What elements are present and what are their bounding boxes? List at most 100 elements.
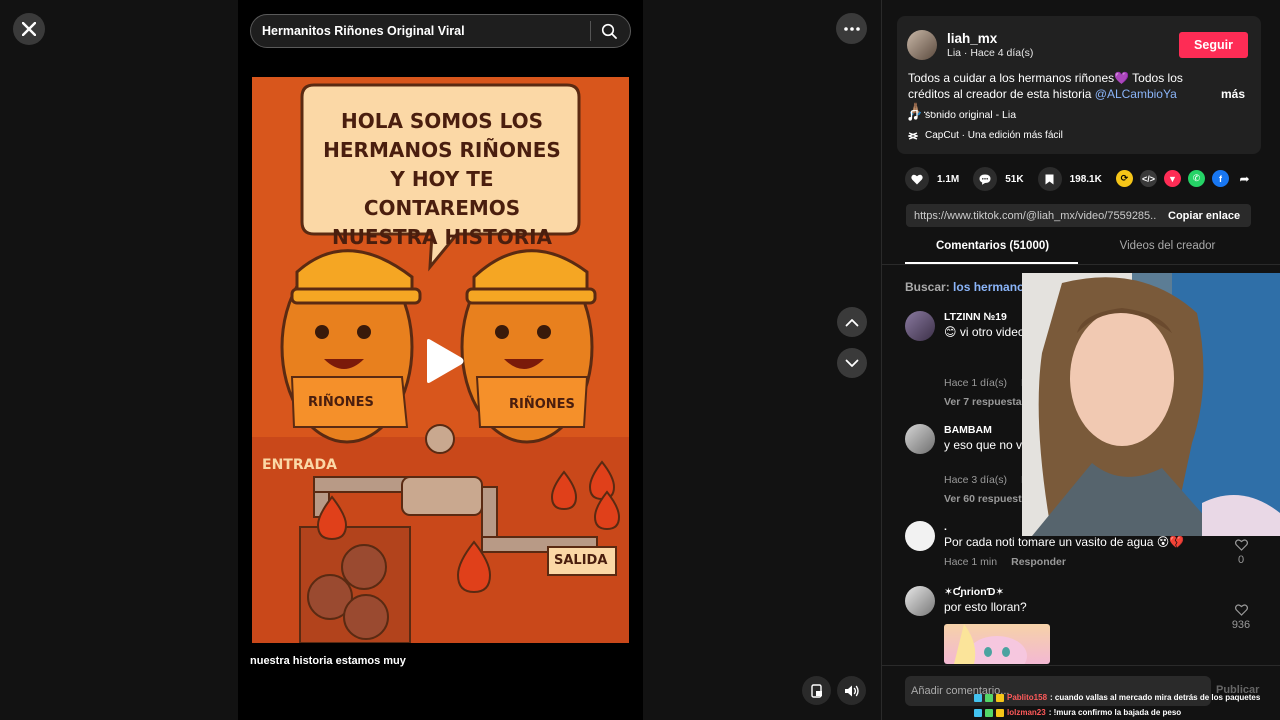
comment-username[interactable]: BAMBAM: [944, 424, 992, 436]
tab-comments[interactable]: Comentarios (51000): [905, 240, 1080, 264]
whatsapp-icon[interactable]: ✆: [1188, 170, 1205, 187]
sound-row[interactable]: sonido original - Lia: [908, 109, 1016, 121]
previous-video-button[interactable]: [837, 307, 867, 337]
comment-item: ✶ƇɲrionƊ✶ por esto lloran? 936: [905, 586, 1265, 666]
copy-link-button[interactable]: Copiar enlace: [1156, 210, 1240, 222]
volume-button[interactable]: [837, 676, 866, 705]
avatar[interactable]: [905, 521, 935, 551]
share-arrow-icon[interactable]: ➦: [1236, 170, 1253, 187]
search-input[interactable]: Hermanitos Riñones Original Viral: [262, 24, 590, 38]
more-link[interactable]: más: [1221, 87, 1245, 101]
comment-meta: Hace 1 min Responder: [944, 556, 1066, 568]
heart-outline-icon: [1234, 604, 1248, 616]
avatar[interactable]: [905, 424, 935, 454]
view-replies-link[interactable]: Ver 7 respuestas: [944, 396, 1027, 408]
video-bubble-text: HOLA SOMOS LOS HERMANOS RIÑONES Y HOY TE…: [323, 109, 561, 249]
creator-subline: Lia · Hace 4 día(s): [947, 47, 1034, 59]
comment-text: por esto lloran?: [944, 600, 1027, 614]
video-label-left: RIÑONES: [308, 395, 374, 410]
comment-meta: Hace 3 día(s) R: [944, 474, 1029, 486]
capcut-icon: [908, 131, 918, 140]
chat-text: : cuando vallas al mercado mira detrás d…: [1050, 693, 1261, 702]
comment-username[interactable]: ✶ƇɲrionƊ✶: [944, 586, 1004, 598]
video-link-box: https://www.tiktok.com/@liah_mx/video/75…: [906, 204, 1251, 227]
chat-badge-icon: [996, 693, 1004, 702]
chat-badge-icon: [974, 693, 982, 702]
miniplayer-icon: [810, 683, 822, 698]
search-bar[interactable]: Hermanitos Riñones Original Viral: [250, 14, 631, 48]
chat-badge-icon: [985, 708, 993, 717]
tiktok-video-page: Hermanitos Riñones Original Viral HOLA S…: [0, 0, 1280, 720]
creator-username[interactable]: liah_mx: [947, 31, 997, 46]
chat-badge-icon: [974, 708, 982, 717]
avatar[interactable]: [905, 311, 935, 341]
comment-time: Hace 1 min: [944, 556, 998, 568]
comment-image[interactable]: [944, 624, 1050, 664]
video-caption: nuestra historia estamos muy: [250, 655, 406, 667]
reply-button[interactable]: Responder: [1011, 556, 1066, 568]
like-action[interactable]: 1.1M: [905, 167, 959, 191]
search-term[interactable]: los hermanos: [953, 280, 1031, 294]
capcut-row[interactable]: CapCut · Una edición más fácil: [908, 130, 1063, 141]
search-label: Buscar:: [905, 280, 950, 294]
chat-line: lolzman23 : !mura confirmo la bajada de …: [974, 705, 1280, 720]
comment-like-count: 936: [1231, 619, 1251, 631]
search-icon[interactable]: [601, 23, 619, 39]
panel-tabs: Comentarios (51000) Videos del creador: [905, 240, 1255, 264]
video-pane: Hermanitos Riñones Original Viral HOLA S…: [0, 0, 881, 720]
comment-meta: Hace 1 día(s) R: [944, 377, 1029, 389]
post-info-card: liah_mx Lia · Hace 4 día(s) Seguir Todos…: [897, 16, 1261, 154]
bookmark-icon[interactable]: [1037, 167, 1062, 191]
more-options-button[interactable]: [836, 13, 867, 44]
share-row: ⟳ </> ▼ ✆ f ➦: [1116, 170, 1253, 187]
video-url[interactable]: https://www.tiktok.com/@liah_mx/video/75…: [906, 210, 1156, 222]
facebook-icon[interactable]: f: [1212, 170, 1229, 187]
comment-time: Hace 3 día(s): [944, 474, 1008, 486]
avatar[interactable]: [905, 586, 935, 616]
chat-text: : !mura confirmo la bajada de peso: [1048, 708, 1182, 717]
comment-username[interactable]: .: [944, 521, 947, 533]
miniplayer-button[interactable]: [802, 676, 831, 705]
comment-count: 51K: [1005, 173, 1024, 185]
comment-like[interactable]: 0: [1229, 539, 1253, 566]
music-note-icon: [908, 109, 918, 121]
webcam-feed: [1022, 273, 1280, 536]
follow-button[interactable]: Seguir: [1179, 32, 1248, 58]
action-bar: 1.1M 51K 198.1K: [905, 166, 1116, 192]
comment-username[interactable]: LTZINN №19: [944, 311, 1007, 323]
chat-line: Pablito158 : cuando vallas al mercado mi…: [974, 690, 1280, 705]
save-action[interactable]: 198.1K: [1037, 167, 1102, 191]
heart-icon[interactable]: [905, 167, 929, 191]
mention-link[interactable]: @ALCambioYa: [1095, 87, 1177, 101]
ellipsis-icon: [843, 26, 860, 31]
comment-text: Por cada noti tomare un vasito de agua 😵…: [944, 535, 1185, 549]
comment-time: Hace 1 día(s): [944, 377, 1008, 389]
video-label-right: RIÑONES: [509, 397, 575, 412]
close-icon: [22, 22, 36, 36]
embed-icon[interactable]: </>: [1140, 170, 1157, 187]
play-icon[interactable]: [423, 338, 465, 384]
save-count: 198.1K: [1069, 173, 1102, 185]
comment-search-suggestion[interactable]: Buscar: los hermanos: [905, 280, 1031, 294]
next-video-button[interactable]: [837, 348, 867, 378]
chat-user: lolzman23: [1007, 708, 1046, 717]
search-divider: [590, 21, 591, 41]
chat-badge-icon: [985, 693, 993, 702]
close-button[interactable]: [13, 13, 45, 45]
comment-like-count: 0: [1237, 554, 1245, 566]
chevron-down-icon: [845, 359, 859, 367]
tab-divider: [882, 264, 1280, 265]
send-icon[interactable]: ▼: [1164, 170, 1181, 187]
webcam-overlay: [1022, 273, 1280, 536]
repost-icon[interactable]: ⟳: [1116, 170, 1133, 187]
video-label-salida: SALIDA: [554, 553, 608, 568]
stream-chat-overlay: Pablito158 : cuando vallas al mercado mi…: [974, 690, 1280, 720]
capcut-label: CapCut · Una edición más fácil: [925, 130, 1063, 141]
comment-like[interactable]: 936: [1229, 604, 1253, 631]
chat-badge-icon: [996, 708, 1004, 717]
comment-bubble-icon[interactable]: [973, 167, 998, 191]
creator-avatar[interactable]: [907, 30, 937, 60]
view-replies-link[interactable]: Ver 60 respuestas: [944, 493, 1033, 505]
comment-action[interactable]: 51K: [973, 167, 1024, 191]
tab-creator-videos[interactable]: Videos del creador: [1080, 240, 1255, 264]
